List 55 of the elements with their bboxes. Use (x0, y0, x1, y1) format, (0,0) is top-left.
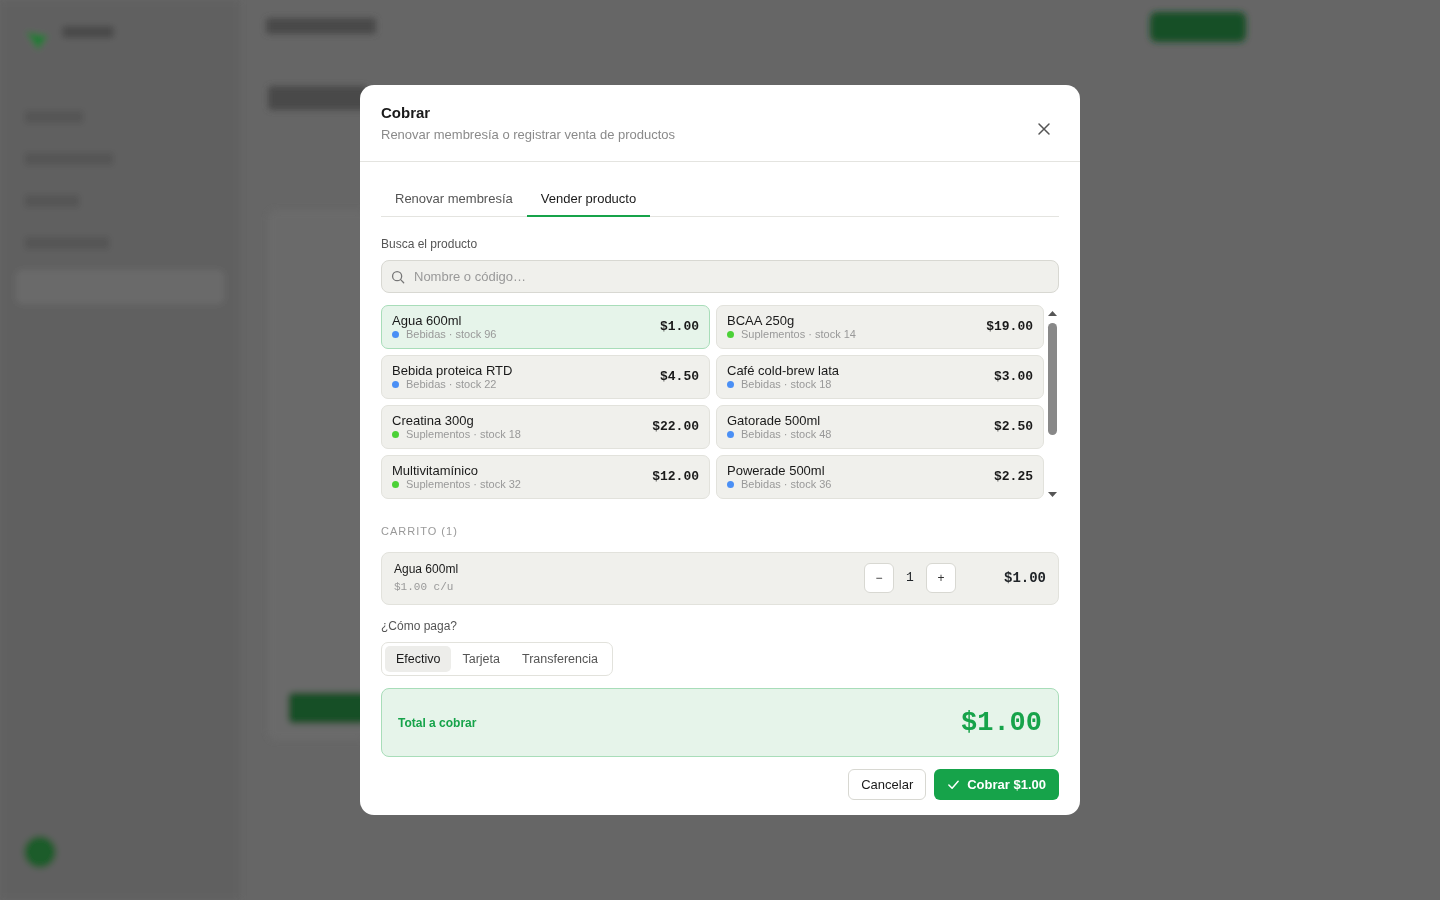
total-amount: $1.00 (961, 706, 1042, 740)
tab[interactable]: Renovar membresía (381, 182, 527, 217)
line-total: $1.00 (1003, 568, 1046, 588)
product-price: $2.50 (994, 418, 1033, 437)
product-meta: Bebidas · stock 22 (406, 378, 497, 391)
product-name: Gatorade 500ml (727, 413, 822, 428)
product-name: Creatina 300g (392, 413, 475, 428)
search-field[interactable]: Nombre o código… (381, 260, 1059, 293)
product-card[interactable]: Agua 600ml Bebidas · stock 96 $1.00 (381, 305, 710, 349)
product-name: Agua 600ml (392, 313, 463, 328)
product-meta: Bebidas · stock 36 (741, 478, 832, 491)
product-meta: Suplementos · stock 14 (741, 328, 856, 341)
product-price: $4.50 (660, 368, 699, 387)
total-label: Total a cobrar (398, 714, 477, 732)
payment-option[interactable]: Efectivo (385, 645, 452, 673)
product-price: $22.00 (652, 418, 699, 437)
product-name: Multivitamínico (392, 463, 479, 478)
decrease-button[interactable]: − (864, 563, 894, 593)
product-meta: Bebidas · stock 48 (741, 428, 832, 441)
product-price: $1.00 (660, 318, 699, 337)
product-name: Powerade 500ml (727, 463, 826, 478)
product-price: $12.00 (652, 468, 699, 487)
check-icon (947, 778, 961, 792)
product-price: $2.25 (994, 468, 1033, 487)
dialog-subtitle: Renovar membresía o registrar venta de productos (381, 126, 676, 144)
product-name: BCAA 250g (727, 313, 796, 328)
quantity: 1 (905, 569, 915, 588)
product-card[interactable]: Bebida proteica RTD Bebidas · stock 22 $4.50 (381, 355, 710, 399)
search-icon (391, 270, 405, 284)
product-card[interactable]: Powerade 500ml Bebidas · stock 36 $2.25 (716, 455, 1044, 499)
cart-heading: CARRITO (1) (381, 524, 459, 539)
payment-label: ¿Cómo paga? (381, 618, 459, 634)
product-meta: Bebidas · stock 96 (406, 328, 497, 341)
product-card[interactable]: Gatorade 500ml Bebidas · stock 48 $2.50 (716, 405, 1044, 449)
payment-option[interactable]: Tarjeta (451, 645, 511, 673)
unit-price: $1.00 c/u (394, 580, 455, 595)
product-price: $19.00 (986, 318, 1033, 337)
cancel-button[interactable]: Cancelar (848, 769, 927, 801)
increase-button[interactable]: + (926, 563, 956, 593)
product-meta: Suplementos · stock 18 (406, 428, 521, 441)
product-price: $3.00 (994, 368, 1033, 387)
close-icon (1036, 120, 1052, 137)
cart-item-name: Agua 600ml (394, 561, 460, 577)
tab[interactable]: Vender producto (526, 182, 651, 217)
product-card[interactable]: Creatina 300g Suplementos · stock 18 $22.00 (381, 405, 710, 449)
product-card[interactable]: Café cold-brew lata Bebidas · stock 18 $3.00 (716, 355, 1044, 399)
product-name: Café cold-brew lata (727, 363, 839, 378)
dialog-title: Cobrar (381, 103, 432, 123)
product-card[interactable]: BCAA 250g Suplementos · stock 14 $19.00 (716, 305, 1044, 349)
payment-option[interactable]: Transferencia (511, 645, 609, 673)
product-name: Bebida proteica RTD (392, 363, 513, 378)
product-meta: Bebidas · stock 18 (741, 378, 832, 391)
product-meta: Suplementos · stock 32 (406, 478, 521, 491)
search-label: Busca el producto (381, 237, 479, 252)
product-card[interactable]: Multivitamínico Suplementos · stock 32 $12.00 (381, 455, 710, 499)
